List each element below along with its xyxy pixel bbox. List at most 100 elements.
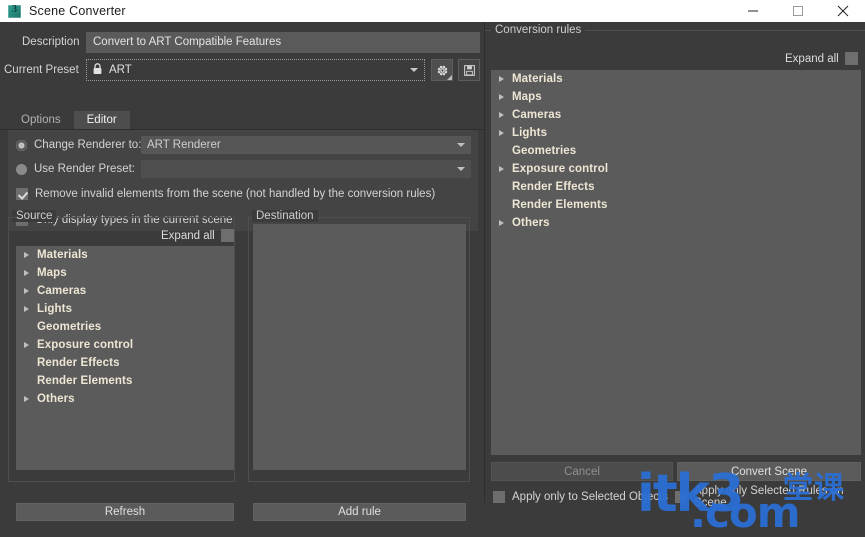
maximize-icon[interactable] [775,0,820,22]
expand-triangle-icon[interactable] [24,288,29,294]
expand-triangle-icon[interactable] [24,270,29,276]
rules-expand-all-checkbox[interactable] [844,52,858,65]
apply-selected-rules-checkbox[interactable] [675,491,687,503]
tab-options[interactable]: Options [8,111,74,130]
tree-item-label: Geometries [512,145,577,157]
description-input[interactable]: Convert to ART Compatible Features [86,32,480,53]
tree-item-label: Render Effects [512,181,595,193]
save-preset-button[interactable] [458,59,480,81]
expand-triangle-icon[interactable] [24,306,29,312]
close-icon[interactable] [820,0,865,22]
expand-triangle-icon[interactable] [24,396,29,402]
destination-group-line-right [318,217,470,218]
window-controls [730,0,865,22]
minimize-icon[interactable] [730,0,775,22]
tree-item-label: Maps [512,91,542,103]
add-rule-button[interactable]: Add rule [253,503,466,521]
tree-item[interactable]: Cameras [16,282,234,300]
preset-settings-button[interactable] [431,59,453,81]
tree-item[interactable]: Maps [16,264,234,282]
renderer-dropdown[interactable]: ART Renderer [141,136,471,154]
source-group-border-l [8,217,10,481]
tree-item[interactable]: Others [491,214,861,232]
tree-item-label: Materials [512,73,563,85]
destination-group-border-b [248,481,470,482]
refresh-button[interactable]: Refresh [16,503,234,521]
current-preset-row: Current Preset ART [0,59,484,83]
tree-item[interactable]: Geometries [491,142,861,160]
tree-item[interactable]: Lights [16,300,234,318]
tree-item-label: Render Elements [512,199,608,211]
tree-item[interactable]: Others [16,390,234,408]
tree-item[interactable]: Exposure control [16,336,234,354]
source-tree[interactable]: Materials Maps Cameras Lights Geometries Expo… [16,246,234,470]
tree-item[interactable]: Render Elements [491,196,861,214]
tree-item-label: Cameras [512,109,562,121]
expand-triangle-icon[interactable] [499,94,504,100]
tree-item[interactable]: Materials [16,246,234,264]
tree-item[interactable]: Lights [491,124,861,142]
expand-triangle-icon[interactable] [24,342,29,348]
destination-group-border-r [469,217,471,481]
use-render-preset-label: Use Render Preset: [34,163,135,175]
tree-item[interactable]: Render Effects [16,354,234,372]
tree-spacer-icon [499,148,504,154]
chevron-down-icon [457,167,465,171]
tree-item[interactable]: Materials [491,70,861,88]
expand-triangle-icon[interactable] [499,76,504,82]
rules-expand-all[interactable]: Expand all [785,52,858,65]
source-expand-all-checkbox[interactable] [220,229,234,242]
tree-item-label: Others [512,217,550,229]
tree-spacer-icon [499,202,504,208]
conversion-rules-title: Conversion rules [491,24,586,36]
current-preset-dropdown[interactable]: ART [86,59,425,81]
tab-bar: Options Editor [8,110,130,130]
tree-item[interactable]: Maps [491,88,861,106]
tree-item[interactable]: Exposure control [491,160,861,178]
tree-item[interactable]: Render Elements [16,372,234,390]
apply-selected-rules-label: Apply only Selected Rules on Scene [694,485,844,509]
tree-item-label: Exposure control [512,163,609,175]
expand-triangle-icon[interactable] [499,130,504,136]
tree-item[interactable]: Render Effects [491,178,861,196]
remove-invalid-label: Remove invalid elements from the scene (… [35,188,436,200]
source-group-line-right [55,217,235,218]
tree-spacer-icon [24,360,29,366]
change-renderer-radio[interactable] [16,139,27,151]
apply-selected-rules-row[interactable]: Apply only Selected Rules on Scene [675,485,865,509]
tab-editor[interactable]: Editor [73,111,130,130]
tree-spacer-icon [24,324,29,330]
source-expand-all[interactable]: Expand all [161,229,234,242]
source-expand-all-label: Expand all [161,229,215,242]
apply-selected-objects-row[interactable]: Apply only to Selected Objects [493,487,668,507]
expand-triangle-icon[interactable] [24,252,29,258]
window-title: Scene Converter [29,4,126,18]
expand-triangle-icon[interactable] [499,220,504,226]
tree-item[interactable]: Cameras [491,106,861,124]
expand-triangle-icon[interactable] [499,112,504,118]
tree-item-label: Lights [512,127,548,139]
apply-selected-objects-checkbox[interactable] [493,491,505,503]
use-render-preset-radio[interactable] [16,163,27,175]
description-row: Description Convert to ART Compatible Fe… [0,32,484,54]
rules-expand-all-label: Expand all [785,52,839,65]
gear-icon [437,65,447,75]
convert-scene-button[interactable]: Convert Scene [677,462,861,481]
renderer-value: ART Renderer [147,139,221,151]
save-disk-icon [463,64,475,76]
cancel-button[interactable]: Cancel [491,462,673,481]
chevron-down-icon [457,143,465,147]
source-group-border-r [234,217,236,481]
source-group-border-b [8,481,235,482]
expand-triangle-icon[interactable] [499,166,504,172]
remove-invalid-row[interactable]: Remove invalid elements from the scene (… [16,184,471,204]
destination-group-border-l [248,217,250,481]
title-bar: Scene Converter [0,0,865,22]
render-preset-dropdown[interactable] [141,160,471,178]
tree-item[interactable]: Geometries [16,318,234,336]
destination-list[interactable] [253,224,466,470]
current-preset-value: ART [109,64,132,76]
remove-invalid-checkbox[interactable] [16,188,28,200]
right-pane: Conversion rules Expand all Materials Map… [484,22,865,509]
conversion-rules-tree[interactable]: Materials Maps Cameras Lights Geometries Expo… [491,70,861,455]
